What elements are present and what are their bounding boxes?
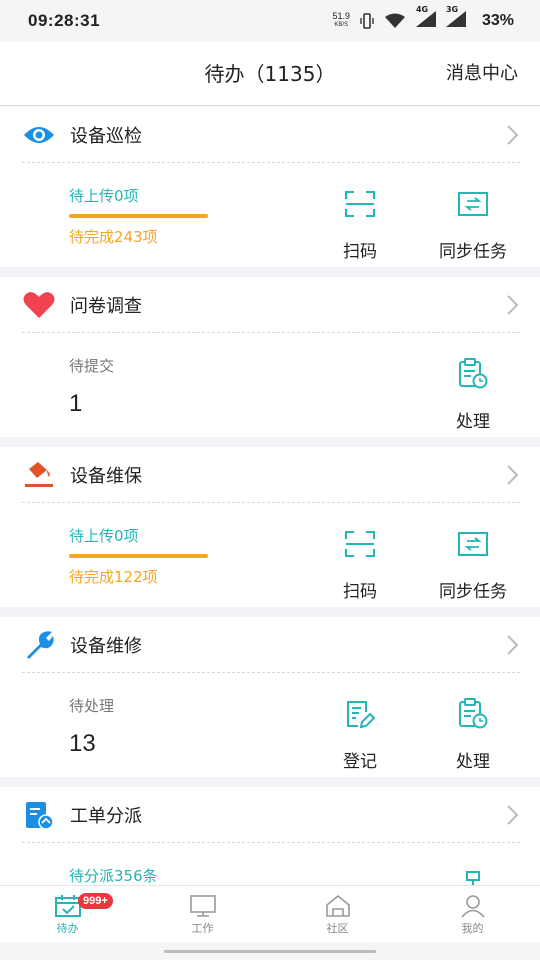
pending-handle-count: 13 xyxy=(69,730,96,757)
paint-bucket-icon xyxy=(22,458,56,492)
tab-label: 社区 xyxy=(326,922,349,935)
register-button[interactable]: 登记 xyxy=(310,697,410,772)
chevron-right-icon xyxy=(507,804,519,825)
handle-label: 处理 xyxy=(456,412,490,432)
pending-upload: 待上传0项 xyxy=(69,187,139,205)
monitor-icon xyxy=(189,895,216,917)
signal-4g: 4G xyxy=(415,5,436,31)
bottom-tab-bar: 待办 999+ 工作 社区 我的 xyxy=(0,885,540,942)
tab-work[interactable]: 工作 xyxy=(135,886,270,942)
card-title: 工单分派 xyxy=(70,805,142,827)
home-gesture-bar[interactable] xyxy=(164,950,376,953)
sync-label: 同步任务 xyxy=(439,582,507,602)
pending-submit-count: 1 xyxy=(69,390,83,417)
sync-task-button[interactable]: 同步任务 xyxy=(423,187,523,262)
stat-area: 待分派356条 xyxy=(69,865,219,886)
tab-label: 待办 xyxy=(56,922,79,935)
heart-icon xyxy=(22,288,56,322)
wifi-icon xyxy=(384,13,405,28)
house-icon xyxy=(325,894,350,917)
card-header[interactable]: 工单分派 xyxy=(22,787,520,843)
chevron-right-icon xyxy=(507,634,519,655)
pending-handle-label: 待处理 xyxy=(69,697,115,715)
card-maintenance: 设备维保 待上传0项 待完成122项 扫码 同步任务 xyxy=(0,447,540,607)
vibrate-icon xyxy=(360,13,374,29)
sync-label: 同步任务 xyxy=(439,242,507,262)
edit-document-icon xyxy=(310,697,410,731)
scan-label: 扫码 xyxy=(343,582,377,602)
signal-3g: 3G xyxy=(445,5,466,31)
sync-task-button[interactable]: 同步任务 xyxy=(423,527,523,602)
card-title: 问卷调查 xyxy=(70,295,142,317)
user-icon xyxy=(460,895,485,918)
progress-bar xyxy=(69,214,208,218)
card-title: 设备维修 xyxy=(70,635,142,657)
pending-complete: 待完成243项 xyxy=(69,228,158,246)
system-nav-bar xyxy=(0,942,540,960)
status-time: 09:28:31 xyxy=(28,11,101,30)
card-header[interactable]: 问卷调查 xyxy=(22,277,520,333)
pending-submit-label: 待提交 xyxy=(69,357,115,375)
progress-bar xyxy=(69,554,208,558)
net-speed: 51.9 KB/S xyxy=(332,11,350,29)
stat-area: 待上传0项 待完成243项 xyxy=(69,185,219,247)
sync-icon xyxy=(423,527,523,561)
card-header[interactable]: 设备维保 xyxy=(22,447,520,503)
chevron-right-icon xyxy=(507,124,519,145)
pending-complete: 待完成122项 xyxy=(69,568,158,586)
eye-icon xyxy=(22,118,56,152)
scan-button[interactable]: 扫码 xyxy=(310,187,410,262)
wrench-icon xyxy=(22,628,56,662)
tab-todo[interactable]: 待办 999+ xyxy=(0,886,135,942)
message-center-link[interactable]: 消息中心 xyxy=(446,42,518,106)
scan-button[interactable]: 扫码 xyxy=(310,527,410,602)
tab-label: 我的 xyxy=(461,922,484,935)
handle-button[interactable]: 处理 xyxy=(423,697,523,772)
chevron-right-icon xyxy=(507,464,519,485)
card-list: 设备巡检 待上传0项 待完成243项 扫码 同步任务 问卷调查 待提交 1 处理… xyxy=(0,107,540,957)
card-title: 设备巡检 xyxy=(70,125,142,147)
battery-level: 33% xyxy=(481,12,514,29)
register-label: 登记 xyxy=(343,752,377,772)
card-header[interactable]: 设备维修 xyxy=(22,617,520,673)
status-bar: 09:28:31 51.9 KB/S 4G 3G 33% xyxy=(0,0,540,42)
stat-area: 待上传0项 待完成122项 xyxy=(69,525,219,587)
card-title: 设备维保 xyxy=(70,465,142,487)
stat-area: 待提交 1 xyxy=(69,355,219,418)
tab-community[interactable]: 社区 xyxy=(270,886,405,942)
tab-label: 工作 xyxy=(191,922,214,935)
stat-area: 待处理 13 xyxy=(69,695,219,758)
sync-icon xyxy=(423,187,523,221)
scan-icon xyxy=(310,527,410,561)
scan-label: 扫码 xyxy=(343,242,377,262)
card-repair: 设备维修 待处理 13 登记 处理 xyxy=(0,617,540,777)
calendar-check-icon xyxy=(54,895,81,917)
clipboard-clock-icon xyxy=(423,697,523,731)
chevron-right-icon xyxy=(507,294,519,315)
handle-label: 处理 xyxy=(456,752,490,772)
status-icons: 51.9 KB/S 4G 3G 33% xyxy=(332,5,514,31)
pending-upload: 待上传0项 xyxy=(69,527,139,545)
clipboard-clock-icon xyxy=(423,357,523,391)
scan-icon xyxy=(310,187,410,221)
work-order-icon xyxy=(22,798,56,832)
todo-badge: 999+ xyxy=(78,893,113,909)
tab-mine[interactable]: 我的 xyxy=(405,886,540,942)
handle-button[interactable]: 处理 xyxy=(423,357,523,432)
card-header[interactable]: 设备巡检 xyxy=(22,107,520,163)
header: 待办（1135） 消息中心 xyxy=(0,42,540,106)
card-survey: 问卷调查 待提交 1 处理 xyxy=(0,277,540,437)
card-inspection: 设备巡检 待上传0项 待完成243项 扫码 同步任务 xyxy=(0,107,540,267)
pending-dispatch: 待分派356条 xyxy=(69,867,158,885)
